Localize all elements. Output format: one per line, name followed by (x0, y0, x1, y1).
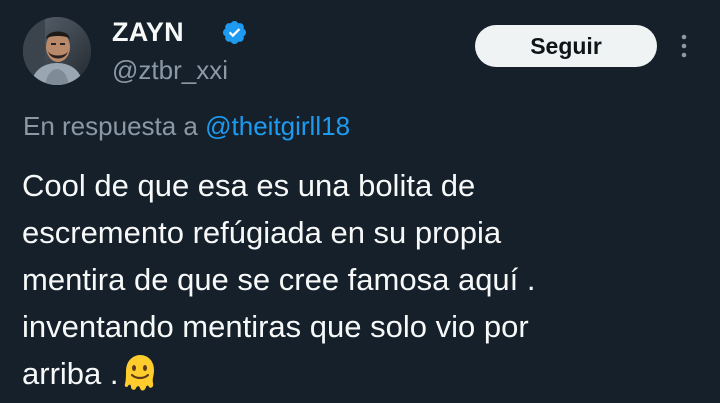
melting-face-emoji (125, 355, 155, 391)
author-handle[interactable]: @ztbr_xxi (112, 55, 228, 85)
reply-context: En respuesta a @theitgirll18 (23, 110, 350, 142)
tweet-text-line: mentira de que se cree famosa aquí . (22, 262, 536, 297)
verified-badge-icon (222, 20, 247, 45)
tweet-text-last-words: arriba . (22, 356, 119, 391)
tweet-text-line: escremento refúgiada en su propia (22, 215, 502, 250)
reply-prefix: En respuesta a (23, 111, 198, 141)
avatar[interactable] (23, 17, 91, 85)
tweet-card: ZAYN @ztbr_xxi Seguir En respuesta a @th… (0, 0, 720, 403)
author-display-name[interactable]: ZAYN (112, 16, 184, 48)
tweet-text-line-last: arriba . (22, 350, 702, 397)
follow-button[interactable]: Seguir (475, 25, 657, 67)
profile-photo (23, 17, 91, 85)
tweet-text: Cool de que esa es una bolita de escreme… (22, 162, 702, 397)
more-vertical-icon[interactable] (676, 30, 692, 64)
tweet-text-line: Cool de que esa es una bolita de (22, 168, 476, 203)
tweet-text-line: inventando mentiras que solo vio por (22, 309, 529, 344)
reply-mention-link[interactable]: @theitgirll18 (205, 111, 350, 141)
